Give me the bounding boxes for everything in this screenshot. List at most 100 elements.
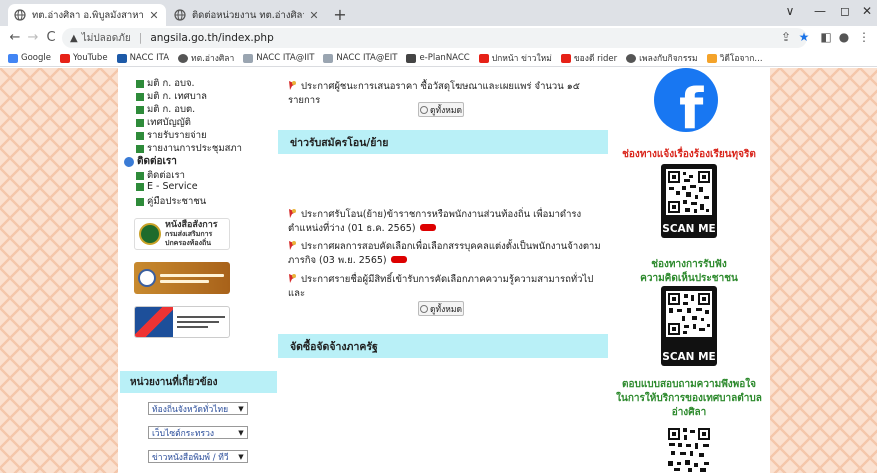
bullet-icon bbox=[136, 182, 144, 191]
globe-icon bbox=[178, 53, 189, 63]
bullet-icon bbox=[136, 171, 144, 180]
google-icon bbox=[8, 53, 18, 63]
menu-item[interactable]: คู่มือประชาชน bbox=[136, 194, 206, 209]
bookmark-item[interactable]: e-PlanNACC bbox=[406, 53, 470, 63]
bookmark-item[interactable]: ของดี rider bbox=[560, 51, 617, 65]
magnifier-icon bbox=[420, 105, 428, 114]
qr-pattern bbox=[666, 291, 712, 337]
right-sidebar: f ช่องทางแจ้งเรื่องร้องเรียนทุจริต SCAN … bbox=[608, 68, 770, 473]
globe-icon bbox=[124, 156, 134, 167]
bullet-icon bbox=[136, 105, 144, 114]
facebook-icon[interactable]: f bbox=[654, 68, 718, 132]
satisfaction-survey-link[interactable]: ตอบแบบสอบถามความพึงพอใจ ในการให้บริการขอ… bbox=[608, 378, 770, 420]
info-banner[interactable] bbox=[134, 262, 230, 294]
bullet-icon bbox=[136, 144, 144, 153]
new-tab-button[interactable]: + bbox=[331, 5, 349, 24]
browser-toolbar: ← → C ▲ ไม่ปลอดภัย | angsila.go.th/index… bbox=[0, 26, 877, 50]
bookmark-item[interactable]: YouTube bbox=[59, 53, 108, 63]
local-agencies-select[interactable]: ท้องถิ่นจังหวัดทั่วไทย ▼ bbox=[148, 402, 248, 415]
qr-pattern bbox=[666, 169, 712, 215]
left-sidebar: มติ ก. อบจ. มติ ก. เทศบาล มติ ก. อบต. เท… bbox=[118, 68, 278, 473]
youtube-icon bbox=[59, 53, 70, 63]
tab-title: ทต.อ่างศิลา อ.พิบูลมังสาหาร จ.อุบลราชธาน… bbox=[32, 9, 144, 21]
tab-search-icon[interactable]: ∨ bbox=[780, 4, 800, 18]
pin-icon bbox=[289, 81, 296, 90]
news-item[interactable]: ประกาศรายชื่อผู้มีสิทธิ์เข้ารับการคัดเลื… bbox=[288, 273, 608, 301]
chevron-down-icon: ▼ bbox=[238, 404, 244, 413]
order-letters-banner[interactable]: หนังสือสั่งการ กรมส่งเสริมการปกครองท้องถิ… bbox=[134, 218, 230, 250]
transfer-news-heading: ข่าวรับสมัครโอน/ย้าย bbox=[278, 130, 608, 154]
sidepanel-icon[interactable]: ◧ bbox=[818, 30, 834, 44]
maximize-button[interactable]: ◻ bbox=[835, 4, 855, 18]
document-icon bbox=[243, 53, 254, 63]
bookmark-star-icon[interactable]: ★ bbox=[796, 30, 812, 44]
scan-me-label: SCAN ME bbox=[662, 223, 716, 235]
bullet-icon bbox=[136, 118, 144, 127]
opinion-channel-link[interactable]: ช่องทางการรับฟัง ความคิดเห็นประชาชน bbox=[608, 258, 770, 286]
qr-code-survey[interactable] bbox=[666, 426, 712, 473]
globe-icon bbox=[174, 9, 186, 21]
news-item[interactable]: ประกาศรับโอน(ย้าย)ข้าราชการหรือพนักงานส่… bbox=[288, 208, 608, 236]
warning-icon: ▲ bbox=[70, 32, 78, 44]
bullet-icon bbox=[136, 197, 144, 206]
bookmark-item[interactable]: วิดีโอจาก... bbox=[706, 51, 763, 65]
qr-code-opinion[interactable]: SCAN ME bbox=[661, 286, 717, 366]
bookmark-item[interactable]: NACC ITA bbox=[116, 53, 169, 63]
back-button[interactable]: ← bbox=[6, 29, 24, 47]
content-area: มติ ก. อบจ. มติ ก. เทศบาล มติ ก. อบต. เท… bbox=[118, 68, 770, 473]
see-all-button[interactable]: ดูทั้งหมด bbox=[418, 102, 464, 117]
address-bar[interactable]: ▲ ไม่ปลอดภัย | angsila.go.th/index.php bbox=[62, 28, 807, 48]
contact-heading: ติดต่อเรา bbox=[124, 154, 177, 169]
bookmark-item[interactable]: Google bbox=[8, 53, 51, 63]
seal-icon bbox=[138, 269, 156, 287]
close-tab-icon[interactable]: ✕ bbox=[148, 9, 160, 22]
bookmark-item[interactable]: NACC ITA@EIT bbox=[323, 53, 397, 63]
bullet-icon bbox=[136, 79, 144, 88]
promo-banner[interactable] bbox=[134, 306, 230, 338]
menu-item[interactable]: E - Service bbox=[136, 181, 198, 192]
youtube-icon bbox=[560, 53, 571, 63]
news-tv-select[interactable]: ข่าวหนังสือพิมพ์ / ทีวี ▼ bbox=[148, 450, 248, 463]
bookmarks-bar: Google YouTube NACC ITA ทต.อ่างศิลา NACC… bbox=[0, 50, 877, 67]
see-all-button[interactable]: ดูทั้งหมด bbox=[418, 301, 464, 316]
banner-image bbox=[135, 307, 173, 337]
close-tab-icon[interactable]: ✕ bbox=[308, 9, 320, 22]
bookmark-item[interactable]: ปกหน้า ข่าวใหม่ bbox=[478, 51, 552, 65]
bookmark-item[interactable]: ทต.อ่างศิลา bbox=[178, 51, 234, 65]
insecure-label: ไม่ปลอดภัย bbox=[81, 32, 131, 44]
pin-icon bbox=[289, 241, 296, 250]
pin-icon bbox=[289, 209, 296, 218]
tab-title: ติดต่อหน่วยงาน ทต.อ่างศิลา อ.พิบูลมังสาห… bbox=[192, 9, 304, 21]
qr-pattern bbox=[668, 428, 710, 472]
globe-icon bbox=[14, 9, 26, 21]
folder-icon bbox=[706, 53, 717, 63]
close-window-button[interactable]: ✕ bbox=[857, 4, 877, 18]
ministry-websites-select[interactable]: เว็บไซต์กระทรวง ▼ bbox=[148, 426, 248, 439]
news-item[interactable]: ประกาศผลการสอบคัดเลือกเพื่อเลือกสรรบุคคล… bbox=[288, 240, 608, 268]
related-agencies-heading: หน่วยงานที่เกี่ยวข้อง bbox=[120, 371, 277, 393]
url-text: angsila.go.th/index.php bbox=[150, 32, 274, 44]
profile-icon[interactable]: ● bbox=[836, 30, 852, 44]
banner-subtitle: กรมส่งเสริมการปกครองท้องถิ่น bbox=[165, 229, 213, 247]
browser-tab-active[interactable]: ทต.อ่างศิลา อ.พิบูลมังสาหาร จ.อุบลราชธาน… bbox=[8, 4, 166, 26]
forward-button[interactable]: → bbox=[24, 29, 42, 47]
bookmark-item[interactable]: NACC ITA@IIT bbox=[243, 53, 314, 63]
minimize-button[interactable]: — bbox=[810, 4, 830, 18]
document-icon bbox=[323, 53, 334, 63]
bookmark-item[interactable]: เพลงกับกิจกรรม bbox=[626, 51, 698, 65]
reload-button[interactable]: C bbox=[42, 29, 60, 47]
browser-tab-strip: ทต.อ่างศิลา อ.พิบูลมังสาหาร จ.อุบลราชธาน… bbox=[0, 0, 877, 26]
facebook-letter: f bbox=[679, 77, 704, 132]
kebab-menu-icon[interactable]: ⋮ bbox=[856, 30, 872, 44]
corruption-complaint-link[interactable]: ช่องทางแจ้งเรื่องร้องเรียนทุจริต bbox=[608, 148, 770, 162]
bullet-icon bbox=[136, 92, 144, 101]
browser-tab[interactable]: ติดต่อหน่วยงาน ทต.อ่างศิลา อ.พิบูลมังสาห… bbox=[168, 4, 326, 26]
page-background: มติ ก. อบจ. มติ ก. เทศบาล มติ ก. อบต. เท… bbox=[0, 68, 877, 473]
qr-code-complaint[interactable]: SCAN ME bbox=[661, 164, 717, 238]
nacc-icon bbox=[116, 53, 127, 63]
pin-icon bbox=[289, 274, 296, 283]
new-badge bbox=[390, 256, 407, 263]
chevron-down-icon: ▼ bbox=[238, 428, 244, 437]
dla-emblem-icon bbox=[139, 223, 161, 245]
share-icon[interactable]: ⇪ bbox=[778, 30, 794, 44]
